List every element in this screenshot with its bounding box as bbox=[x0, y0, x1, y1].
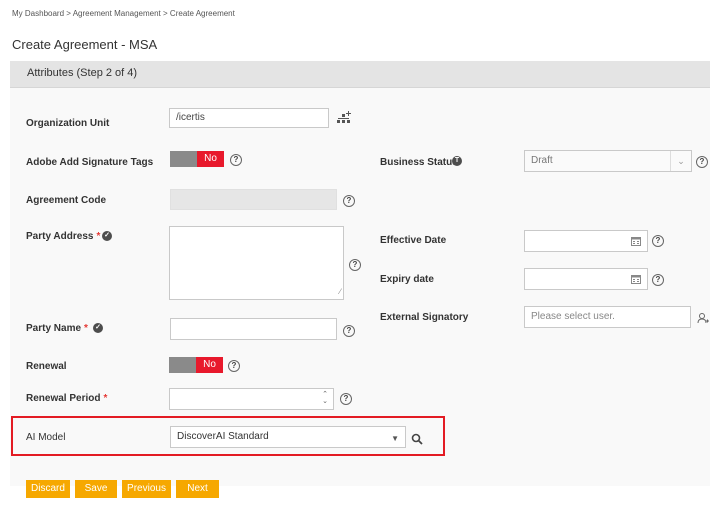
toggle-state: No bbox=[196, 357, 223, 373]
required-marker: * bbox=[84, 323, 88, 334]
required-marker: * bbox=[96, 231, 101, 242]
effective-date-input[interactable] bbox=[524, 230, 648, 252]
effective-date-label: Effective Date bbox=[380, 235, 447, 246]
discard-button[interactable]: Discard bbox=[26, 480, 70, 498]
external-signatory-input[interactable]: Please select user. bbox=[524, 306, 691, 328]
party-address-label: Party Address * bbox=[26, 231, 100, 242]
renewal-period-label: Renewal Period * bbox=[26, 393, 107, 404]
ai-model-label: AI Model bbox=[26, 432, 66, 443]
next-button[interactable]: Next bbox=[176, 480, 219, 498]
chevron-down-icon: ⌄ bbox=[670, 151, 691, 171]
edit-info-icon[interactable]: ✓ bbox=[102, 231, 112, 241]
party-name-label: Party Name * bbox=[26, 323, 88, 334]
renewal-label: Renewal bbox=[26, 361, 67, 372]
breadcrumb-current: Create Agreement bbox=[169, 9, 235, 18]
external-signatory-label: External Signatory bbox=[380, 312, 469, 323]
breadcrumb-dashboard-link[interactable]: My Dashboard bbox=[12, 9, 64, 18]
resize-handle-icon[interactable]: ∕ bbox=[340, 286, 341, 298]
help-icon[interactable]: ? bbox=[343, 325, 355, 337]
ai-model-select[interactable]: DiscoverAI Standard ▼ bbox=[170, 426, 406, 448]
organization-unit-input[interactable]: /icertis bbox=[169, 108, 329, 128]
required-marker: * bbox=[103, 393, 108, 404]
help-icon[interactable]: ? bbox=[696, 156, 708, 168]
renewal-toggle[interactable]: No bbox=[169, 357, 223, 373]
search-icon[interactable] bbox=[411, 432, 423, 445]
organization-unit-label: Organization Unit bbox=[26, 118, 110, 129]
help-icon[interactable]: ? bbox=[349, 259, 361, 271]
stepper-arrows-icon[interactable]: ⌃ ⌄ bbox=[319, 391, 331, 407]
help-icon[interactable]: ? bbox=[652, 274, 664, 286]
dropdown-arrow-icon: ▼ bbox=[391, 434, 399, 443]
business-status-value: Draft bbox=[531, 155, 553, 166]
user-icon[interactable] bbox=[697, 311, 709, 324]
section-title: Attributes (Step 2 of 4) bbox=[27, 67, 138, 79]
renewal-period-input[interactable]: ⌃ ⌄ bbox=[169, 388, 334, 410]
agreement-code-label: Agreement Code bbox=[26, 195, 107, 206]
toggle-track bbox=[170, 151, 197, 167]
help-icon[interactable]: ? bbox=[228, 360, 240, 372]
calendar-icon[interactable] bbox=[631, 236, 641, 250]
party-name-input[interactable] bbox=[170, 318, 337, 340]
business-status-label: Business Status bbox=[380, 157, 458, 168]
toggle-state: No bbox=[197, 151, 224, 167]
party-address-textarea[interactable]: ∕ bbox=[169, 226, 344, 300]
ai-model-value: DiscoverAI Standard bbox=[177, 431, 269, 442]
page-title: Create Agreement - MSA bbox=[12, 37, 158, 52]
toggle-track bbox=[169, 357, 196, 373]
breadcrumb-agreement-management-link[interactable]: Agreement Management bbox=[73, 9, 161, 18]
breadcrumb: My Dashboard > Agreement Management > Cr… bbox=[12, 9, 235, 18]
edit-info-icon[interactable]: ✓ bbox=[93, 323, 103, 333]
calendar-icon[interactable] bbox=[631, 274, 641, 288]
hierarchy-icon[interactable] bbox=[336, 110, 352, 126]
adobe-signature-tags-label: Adobe Add Signature Tags bbox=[26, 157, 154, 168]
agreement-code-input bbox=[170, 189, 337, 210]
party-name-label-text: Party Name bbox=[26, 323, 82, 334]
expiry-date-input[interactable] bbox=[524, 268, 648, 290]
adobe-signature-tags-toggle[interactable]: No bbox=[170, 151, 224, 167]
help-icon[interactable]: ? bbox=[340, 393, 352, 405]
expiry-date-label: Expiry date bbox=[380, 274, 434, 285]
business-status-select[interactable]: Draft ⌄ bbox=[524, 150, 692, 172]
info-icon[interactable]: T bbox=[452, 156, 462, 166]
renewal-period-label-text: Renewal Period bbox=[26, 393, 101, 404]
previous-button[interactable]: Previous bbox=[122, 480, 171, 498]
help-icon[interactable]: ? bbox=[230, 154, 242, 166]
save-button[interactable]: Save bbox=[75, 480, 117, 498]
party-address-label-text: Party Address bbox=[26, 231, 94, 242]
help-icon[interactable]: ? bbox=[652, 235, 664, 247]
help-icon[interactable]: ? bbox=[343, 195, 355, 207]
